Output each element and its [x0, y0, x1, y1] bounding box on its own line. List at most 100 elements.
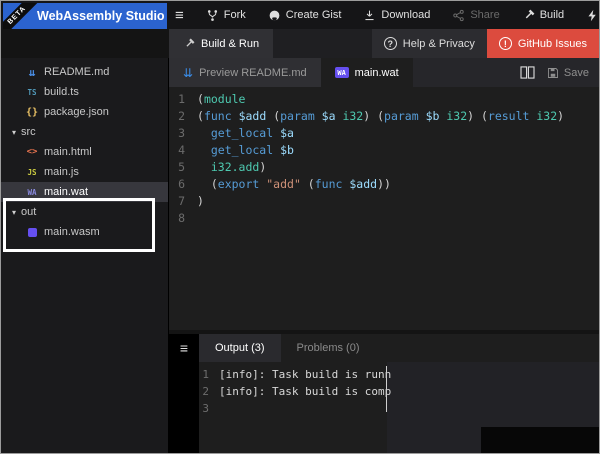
- code-line: 7): [169, 193, 599, 210]
- tab-output[interactable]: Output (3): [199, 334, 281, 362]
- tab-problems[interactable]: Problems (0): [281, 334, 376, 362]
- tree-item-label: package.json: [44, 106, 109, 118]
- fork-label: Fork: [223, 9, 246, 21]
- github-issues-button[interactable]: ! GitHub Issues: [486, 29, 599, 58]
- tree-item-main.wat[interactable]: WA main.wat: [1, 182, 168, 202]
- line-number: 7: [178, 194, 185, 208]
- code-token: i32: [342, 109, 364, 123]
- code-token: param: [280, 109, 322, 123]
- fork-button[interactable]: Fork: [206, 9, 246, 22]
- line-number: 1: [178, 92, 185, 106]
- file-explorer: ⇊ README.md TS build.ts {} package.json ▾ src <>…: [1, 58, 169, 453]
- code-token: param: [384, 109, 426, 123]
- save-label: Save: [563, 66, 589, 79]
- output-line-number: 2: [202, 385, 209, 398]
- typescript-icon: TS: [27, 87, 37, 97]
- javascript-icon: JS: [27, 167, 37, 177]
- code-token: (: [197, 92, 204, 106]
- folder-expand-icon[interactable]: ▾: [9, 208, 19, 217]
- code-token: get_local: [197, 143, 281, 157]
- line-number: 4: [178, 143, 185, 157]
- preview-icon: ⇊: [183, 65, 194, 80]
- tree-item-main.js[interactable]: JS main.js: [1, 162, 168, 182]
- code-line: 1 (module: [169, 91, 599, 108]
- github-icon: [269, 10, 280, 20]
- code-token: get_local: [197, 126, 281, 140]
- fork-icon: [207, 9, 217, 21]
- tree-item-label: out: [21, 206, 37, 218]
- code-editor[interactable]: 1(module 2(func $add (param $a i32) (para…: [169, 87, 599, 330]
- code-token: i32: [446, 109, 468, 123]
- create-gist-label: Create Gist: [285, 9, 342, 21]
- tab-preview-readme[interactable]: ⇊ Preview README.md: [169, 58, 321, 87]
- question-icon: ?: [383, 37, 397, 50]
- output-line: 2 [info]: Task build is comp: [199, 383, 599, 400]
- output-line-number: 1: [202, 368, 209, 381]
- tree-item-main.wasm[interactable]: main.wasm: [1, 222, 168, 242]
- panel-menu-icon[interactable]: ≡: [180, 340, 188, 453]
- help-privacy-button[interactable]: ? Help & Privacy: [371, 29, 487, 58]
- code-token: "add": [266, 177, 308, 191]
- download-icon: [365, 10, 374, 20]
- folder-expand-icon[interactable]: ▾: [9, 128, 19, 137]
- code-line: 6 (export "add" (func $add)): [169, 176, 599, 193]
- tree-item-label: main.wat: [44, 186, 89, 198]
- tree-item-main.html[interactable]: <> main.html: [1, 142, 168, 162]
- output-line: 1 [info]: Task build is runn: [199, 366, 599, 383]
- save-button: Save: [547, 67, 589, 79]
- output-panel: ≡ Output (3) Problems (0) 1 [info]: Task …: [169, 334, 599, 453]
- code-token: $a: [321, 109, 343, 123]
- wat-icon: WA: [334, 67, 349, 78]
- code-token: $add: [349, 177, 378, 191]
- menu-icon[interactable]: ≡: [175, 7, 184, 24]
- exclamation-icon: !: [498, 37, 512, 50]
- build-run-icon: [186, 38, 195, 47]
- tree-item-out[interactable]: ▾ out: [1, 202, 168, 222]
- tree-item-label: main.wasm: [44, 226, 100, 238]
- share-label: Share: [470, 9, 500, 21]
- webassembly-studio-window: ≡ Fork Create Gist Download Share Build …: [0, 0, 600, 454]
- code-token: (: [197, 109, 204, 123]
- share-button: Share: [452, 9, 500, 22]
- build-button[interactable]: Build: [522, 9, 564, 22]
- tree-item-package.json[interactable]: {} package.json: [1, 102, 168, 122]
- tab-main-wat[interactable]: WA main.wat: [320, 58, 413, 87]
- output-line-text: [info]: Task build is comp: [219, 385, 392, 398]
- app-title-box: BETA WebAssembly Studio: [3, 3, 167, 29]
- save-icon: [547, 67, 558, 78]
- wasm-icon: [25, 227, 39, 237]
- tree-item-build.ts[interactable]: TS build.ts: [1, 82, 168, 102]
- tree-item-README.md[interactable]: ⇊ README.md: [1, 62, 168, 82]
- code-token: ): [197, 194, 204, 208]
- line-number: 2: [178, 109, 185, 123]
- tab-main-wat-label: main.wat: [354, 66, 399, 79]
- code-token: ) (: [467, 109, 488, 123]
- tree-item-src[interactable]: ▾ src: [1, 122, 168, 142]
- code-token: (: [197, 177, 218, 191]
- code-line: 3 get_local $a: [169, 125, 599, 142]
- output-console[interactable]: 1 [info]: Task build is runn 2 [info]: Task…: [199, 362, 599, 453]
- code-token: $a: [280, 126, 294, 140]
- output-line: 3: [199, 400, 599, 417]
- tab-preview-readme-label: Preview README.md: [199, 66, 307, 79]
- code-token: ): [557, 109, 565, 123]
- code-token: i32: [536, 109, 558, 123]
- code-token: (: [273, 109, 281, 123]
- build-and-run-tab[interactable]: Build & Run: [169, 29, 274, 58]
- tree-item-label: build.ts: [44, 86, 79, 98]
- download-button[interactable]: Download: [363, 9, 430, 22]
- create-gist-button[interactable]: Create Gist: [268, 9, 342, 22]
- code-line: 2(func $add (param $a i32) (param $b i32…: [169, 108, 599, 125]
- code-token: i32.add: [197, 160, 260, 174]
- code-token: module: [203, 92, 246, 106]
- code-token: func: [203, 109, 239, 123]
- output-viewport-divider: [386, 366, 387, 412]
- line-number: 8: [178, 211, 185, 225]
- secondary-bar: Build & Run ? Help & Privacy ! GitHub Is…: [1, 29, 599, 58]
- code-line: 5 i32.add): [169, 159, 599, 176]
- code-token: $add: [238, 109, 274, 123]
- code-token: export: [217, 177, 267, 191]
- wat-icon: WA: [27, 187, 37, 197]
- run-button[interactable]: Run: [586, 9, 599, 22]
- split-view-icon[interactable]: [520, 66, 535, 79]
